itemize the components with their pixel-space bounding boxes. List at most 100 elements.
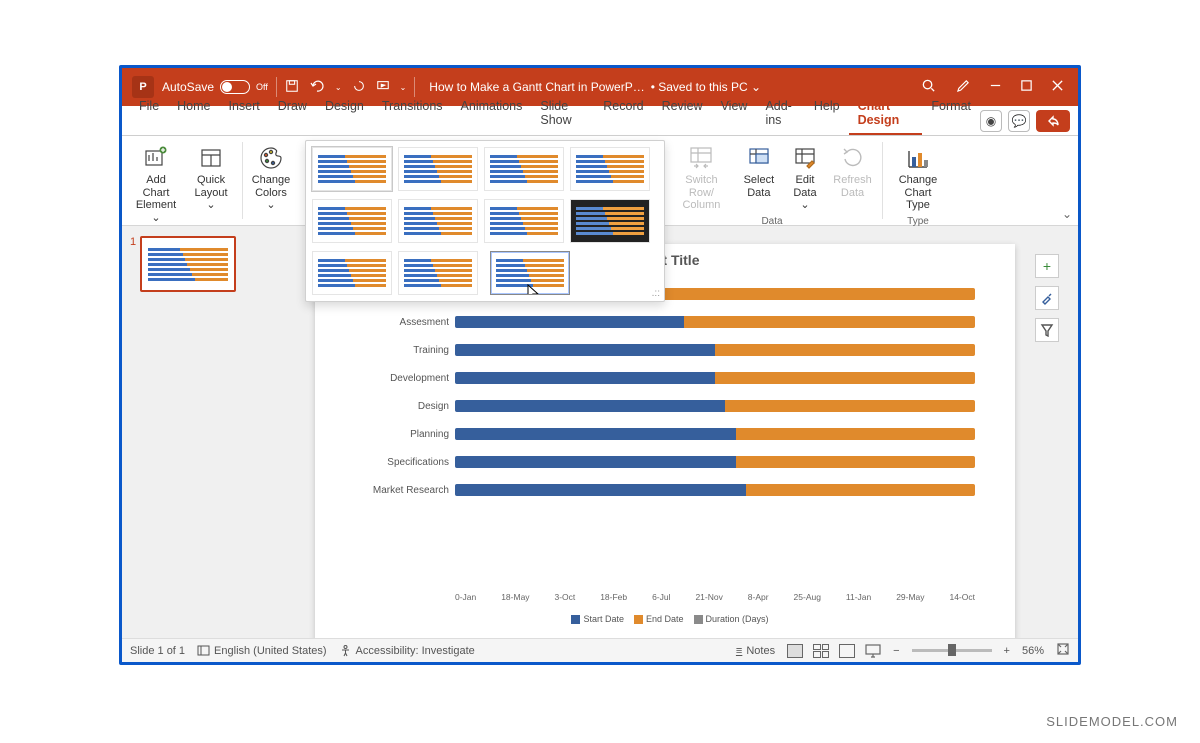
x-tick: 6-Jul	[652, 592, 670, 602]
tab-transitions[interactable]: Transitions	[373, 93, 452, 135]
x-tick: 14-Oct	[949, 592, 975, 602]
chart-style-thumb[interactable]	[312, 199, 392, 243]
chart-styles-dropdown[interactable]: Style 11 .::	[305, 140, 665, 302]
sorter-view-icon[interactable]	[813, 644, 829, 658]
gantt-row: Development	[355, 366, 975, 390]
legend-label: End Date	[646, 614, 684, 624]
language-button[interactable]: English (United States)	[197, 644, 327, 657]
refresh-data-button: Refresh Data	[829, 140, 876, 216]
gantt-category-label: Planning	[355, 429, 455, 440]
chart-style-thumb[interactable]	[570, 199, 650, 243]
tab-chart-design[interactable]: Chart Design	[849, 93, 923, 135]
chart-style-thumb[interactable]	[398, 147, 478, 191]
chart-style-thumb[interactable]	[312, 251, 392, 295]
app-window: P AutoSave Off ⌄ ⌄ How to Make a Gantt C…	[119, 65, 1081, 665]
gantt-category-label: Training	[355, 345, 455, 356]
tab-slide-show[interactable]: Slide Show	[531, 93, 594, 135]
notes-button[interactable]: ≡ Notes	[736, 645, 775, 657]
chart-style-thumb[interactable]	[398, 199, 478, 243]
zoom-level[interactable]: 56%	[1022, 645, 1044, 657]
tab-draw[interactable]: Draw	[269, 93, 316, 135]
gantt-chart[interactable]: Assesment Training Development Design Planni…	[355, 278, 975, 582]
tab-animations[interactable]: Animations	[452, 93, 532, 135]
chart-style-thumb[interactable]	[312, 147, 392, 191]
slideshow-view-icon[interactable]	[865, 644, 881, 658]
tab-format[interactable]: Format	[922, 93, 980, 135]
document-title[interactable]: How to Make a Gantt Chart in PowerP…	[429, 80, 644, 94]
autosave-label: AutoSave	[162, 80, 214, 94]
accessibility-button[interactable]: Accessibility: Investigate	[339, 644, 475, 657]
chart-style-thumb[interactable]	[484, 147, 564, 191]
chart-style-11-thumb[interactable]: Style 11	[490, 251, 570, 295]
toggle-off-icon[interactable]	[220, 80, 250, 94]
x-tick: 21-Nov	[695, 592, 722, 602]
gantt-row: Planning	[355, 422, 975, 446]
record-indicator-icon[interactable]: ◉	[980, 110, 1002, 132]
normal-view-icon[interactable]	[787, 644, 803, 658]
change-colors-button[interactable]: Change Colors ⌄	[246, 140, 297, 216]
minimize-icon[interactable]	[989, 79, 1002, 95]
tab-home[interactable]: Home	[168, 93, 219, 135]
legend-swatch	[634, 615, 643, 624]
select-data-button[interactable]: Select Data	[737, 140, 781, 216]
chart-x-axis: 0-Jan18-May3-Oct18-Feb6-Jul21-Nov8-Apr25…	[455, 592, 975, 602]
refresh-icon	[839, 144, 867, 172]
tab-help[interactable]: Help	[805, 93, 849, 135]
quick-layout-button[interactable]: Quick Layout ⌄	[186, 140, 236, 229]
close-icon[interactable]	[1051, 79, 1064, 95]
share-button[interactable]	[1036, 110, 1070, 132]
fit-to-window-icon[interactable]	[1056, 642, 1070, 659]
view-buttons	[787, 644, 881, 658]
x-tick: 0-Jan	[455, 592, 476, 602]
tab-insert[interactable]: Insert	[220, 93, 269, 135]
reading-view-icon[interactable]	[839, 644, 855, 658]
legend-label: Duration (Days)	[706, 614, 769, 624]
tab-add-ins[interactable]: Add-ins	[756, 93, 804, 135]
chart-style-thumb[interactable]	[398, 251, 478, 295]
x-tick: 11-Jan	[846, 592, 871, 602]
chevron-down-icon[interactable]: ⌄	[400, 83, 407, 92]
zoom-slider[interactable]	[912, 649, 992, 652]
gantt-row: Market Research	[355, 478, 975, 502]
x-tick: 3-Oct	[554, 592, 575, 602]
gantt-row: Design	[355, 394, 975, 418]
resize-grip-icon[interactable]: .::	[652, 288, 660, 299]
chart-styles-button[interactable]	[1035, 286, 1059, 310]
tab-record[interactable]: Record	[594, 93, 652, 135]
tab-review[interactable]: Review	[653, 93, 712, 135]
tab-design[interactable]: Design	[316, 93, 373, 135]
gantt-category-label: Market Research	[355, 485, 455, 496]
chart-filters-button[interactable]	[1035, 318, 1059, 342]
change-chart-type-icon	[904, 144, 932, 172]
gantt-category-label: Design	[355, 401, 455, 412]
zoom-in-button[interactable]: +	[1004, 645, 1010, 657]
add-chart-element-button[interactable]: Add Chart Element ⌄	[128, 140, 184, 229]
ribbon-chart-design: Add Chart Element ⌄ Quick Layout ⌄ Chart…	[122, 136, 1078, 226]
chart-legend: Start DateEnd DateDuration (Days)	[315, 614, 1015, 624]
maximize-icon[interactable]	[1020, 79, 1033, 95]
cursor-icon	[527, 284, 541, 295]
chart-style-thumb[interactable]	[484, 199, 564, 243]
x-tick: 18-Feb	[600, 592, 627, 602]
slide-thumbnails-panel[interactable]: 1	[122, 226, 252, 638]
chart-styles-gallery-anchor: Style 11 .::	[299, 136, 649, 225]
autosave-toggle[interactable]: AutoSave Off	[162, 80, 268, 94]
gantt-category-label: Assesment	[355, 317, 455, 328]
quick-layout-icon	[197, 144, 225, 172]
change-chart-type-button[interactable]: Change Chart Type	[889, 140, 947, 216]
tab-file[interactable]: File	[130, 93, 168, 135]
slide-canvas[interactable]: Chart Title AssesmentTrainingDevelopment…	[315, 244, 1015, 642]
edit-data-button[interactable]: Edit Data ⌄	[783, 140, 827, 216]
save-state[interactable]: • Saved to this PC ⌄	[651, 80, 761, 94]
comments-icon[interactable]: 💬	[1008, 110, 1030, 132]
chart-style-thumb[interactable]	[570, 147, 650, 191]
chevron-down-icon[interactable]: ⌄	[335, 83, 342, 92]
collapse-ribbon-icon[interactable]: ⌄	[1062, 207, 1072, 221]
slide-thumbnail-1[interactable]	[140, 236, 236, 292]
chart-elements-button[interactable]: +	[1035, 254, 1059, 278]
zoom-out-button[interactable]: −	[893, 645, 899, 657]
legend-swatch	[694, 615, 703, 624]
x-tick: 29-May	[896, 592, 924, 602]
gantt-row: Specifications	[355, 450, 975, 474]
tab-view[interactable]: View	[712, 93, 757, 135]
